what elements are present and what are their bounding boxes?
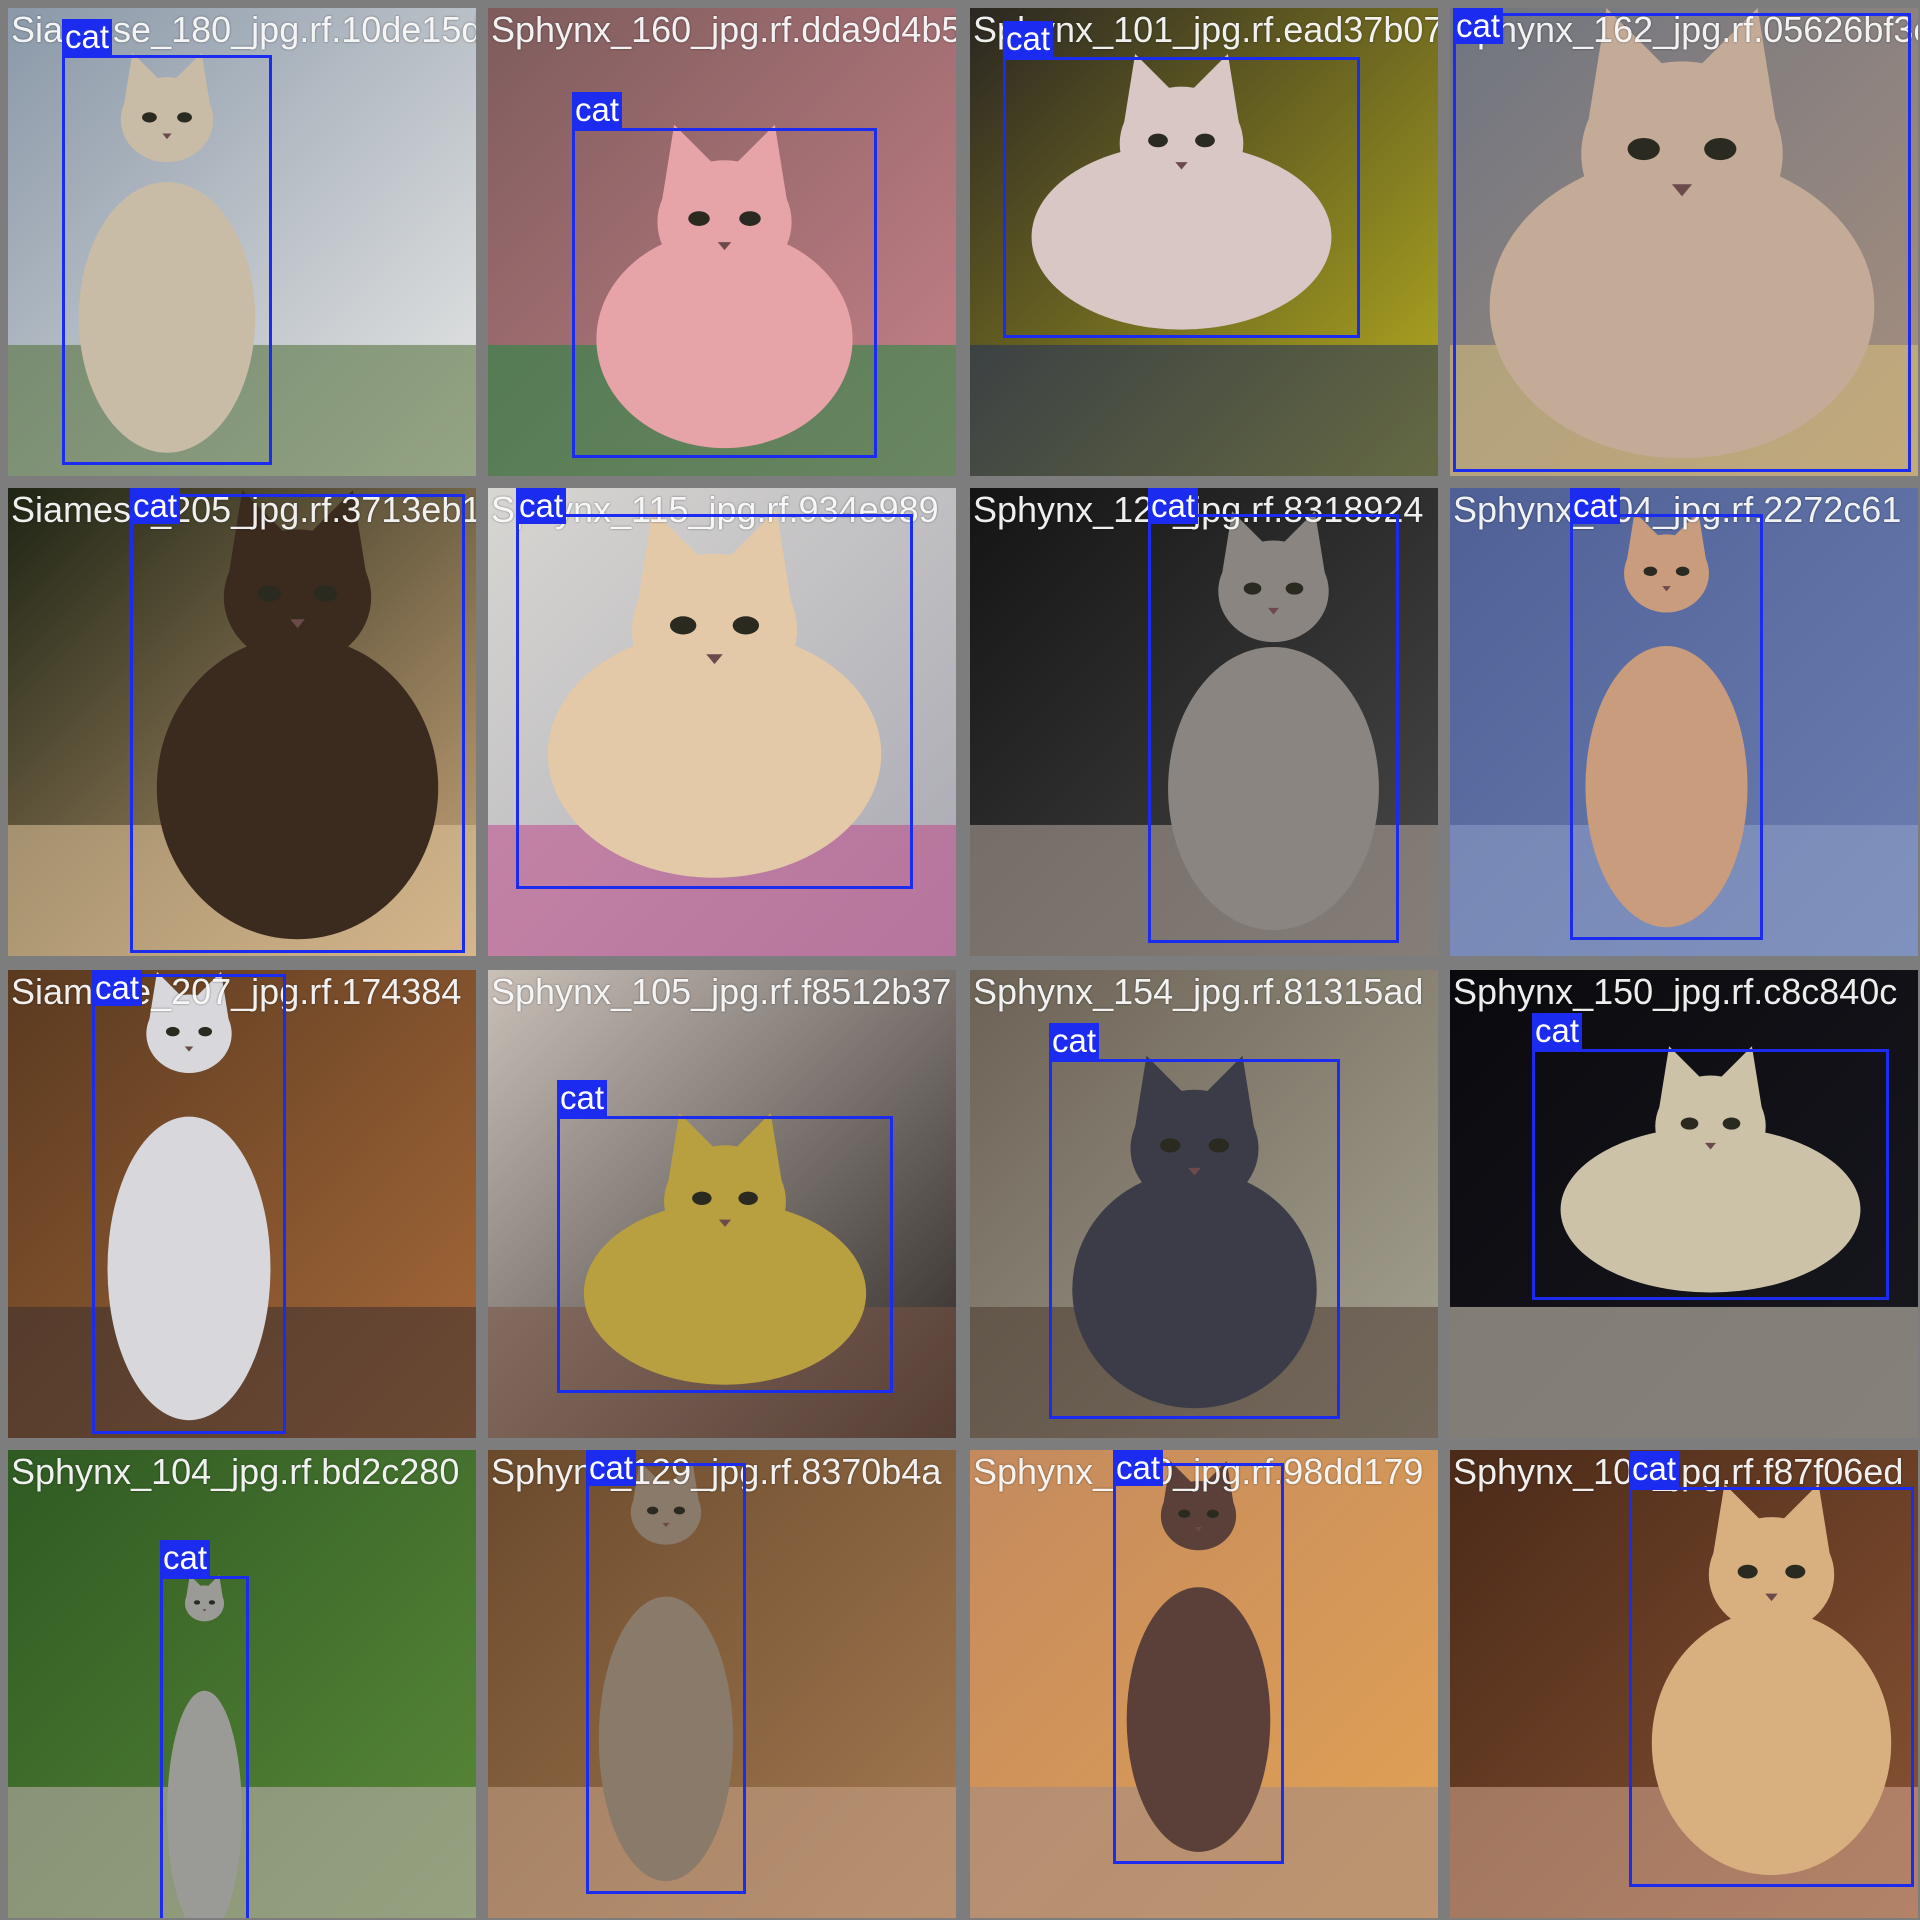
image-tile: Sphynx_104_jpg.rf.2272c61 cat (1450, 488, 1918, 956)
photo (1450, 970, 1918, 1438)
detection-label: cat (586, 1450, 637, 1486)
image-filename: Sphynx_129_jpg.rf.8370b4a (491, 1451, 942, 1492)
detection-label: cat (1453, 8, 1504, 44)
detection-label: cat (92, 970, 143, 1006)
photo-surface (970, 344, 1438, 476)
photo (970, 8, 1438, 476)
image-filename: Sphynx_154_jpg.rf.81315ad (973, 971, 1424, 1012)
detection-label: cat (557, 1080, 608, 1116)
detection-label: cat (160, 1540, 211, 1576)
detection-label: cat (1629, 1451, 1680, 1487)
image-tile: Sphynx_150_jpg.rf.98dd179 cat (970, 1450, 1438, 1918)
photo (970, 970, 1438, 1438)
photo (8, 488, 476, 956)
photo (1450, 488, 1918, 956)
detection-label: cat (130, 488, 181, 524)
photo (8, 1450, 476, 1918)
image-filename: Sphynx_150_jpg.rf.98dd179 (973, 1451, 1424, 1492)
image-tile: Sphynx_160_jpg.rf.dda9d4b53e73cat (488, 8, 956, 476)
image-tile: Sphynx_150_jpg.rf.c8c840c cat (1450, 970, 1918, 1438)
detection-label: cat (1049, 1023, 1100, 1059)
photo (8, 8, 476, 476)
detection-label: cat (1570, 488, 1621, 524)
photo (488, 1450, 956, 1918)
image-filename: Siamese_207_jpg.rf.174384 (11, 971, 462, 1012)
image-tile: Sphynx_105_jpg.rf.f8512b37cat (488, 970, 956, 1438)
image-tile: Sphynx_154_jpg.rf.81315adcat (970, 970, 1438, 1438)
image-tile: Siamese_180_jpg.rf.10de15d5428cat (8, 8, 476, 476)
image-tile: Siamese_205_jpg.rf.3713eb1 cat (8, 488, 476, 956)
detection-label: cat (1532, 1013, 1583, 1049)
image-filename: Sphynx_105_jpg.rf.f8512b37 (491, 971, 952, 1012)
photo (488, 488, 956, 956)
image-tile: Sphynx_101_jpg.rf.ead37b07e4 cat (970, 8, 1438, 476)
detection-label: cat (1003, 21, 1054, 57)
photo (970, 1450, 1438, 1918)
detection-label: cat (62, 19, 113, 55)
image-tile: Sphynx_129_jpg.rf.8318924 cat (970, 488, 1438, 956)
detection-label: cat (1113, 1450, 1164, 1486)
photo (970, 488, 1438, 956)
image-grid: Siamese_180_jpg.rf.10de15d5428catSphynx_… (0, 0, 1920, 1920)
photo (1450, 8, 1918, 476)
photo-surface (1450, 1306, 1918, 1438)
photo-surface (8, 1786, 476, 1918)
image-tile: Sphynx_104_jpg.rf.bd2c280cat (8, 1450, 476, 1918)
photo (8, 970, 476, 1438)
photo (1450, 1450, 1918, 1918)
image-tile: Sphynx_162_jpg.rf.05626bf3c cat (1450, 8, 1918, 476)
image-tile: Siamese_207_jpg.rf.174384 cat (8, 970, 476, 1438)
image-filename: Sphynx_104_jpg.rf.2272c61 (1453, 489, 1902, 530)
image-filename: Sphynx_162_jpg.rf.05626bf3c (1453, 9, 1918, 50)
detection-label: cat (1148, 488, 1199, 524)
image-filename: Sphynx_150_jpg.rf.c8c840c (1453, 971, 1898, 1012)
detection-label: cat (516, 488, 567, 524)
photo (488, 970, 956, 1438)
detection-label: cat (572, 92, 623, 128)
image-tile: Sphynx_103_jpg.rf.f87f06edcat (1450, 1450, 1918, 1918)
image-tile: Sphynx_115_jpg.rf.934e989 cat (488, 488, 956, 956)
image-tile: Sphynx_129_jpg.rf.8370b4a cat (488, 1450, 956, 1918)
image-filename: Sphynx_160_jpg.rf.dda9d4b53e73 (491, 9, 956, 50)
photo (488, 8, 956, 476)
image-filename: Sphynx_104_jpg.rf.bd2c280 (11, 1451, 460, 1492)
image-filename: Sphynx_129_jpg.rf.8318924 (973, 489, 1424, 530)
image-filename: Siamese_205_jpg.rf.3713eb1 (11, 489, 476, 530)
